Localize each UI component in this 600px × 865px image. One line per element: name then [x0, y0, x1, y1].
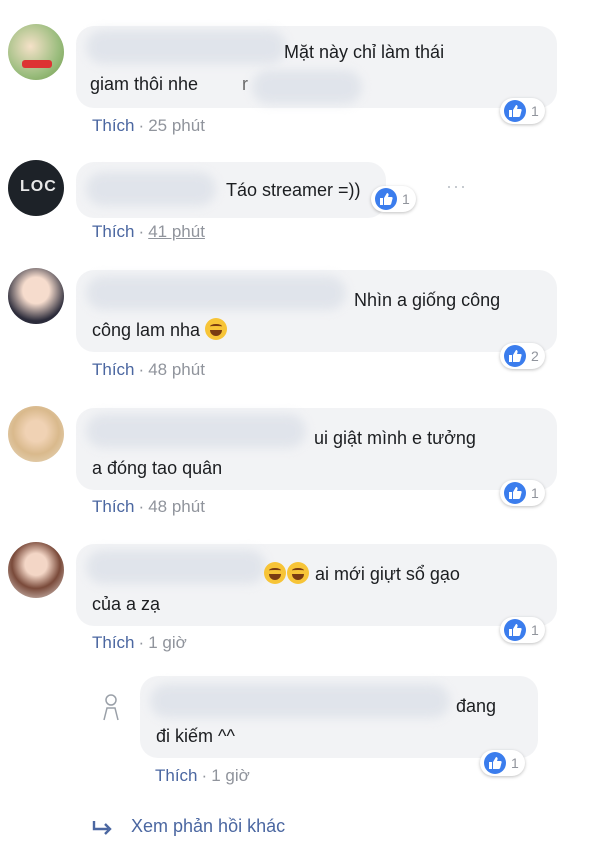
timestamp[interactable]: 1 giờ [211, 766, 250, 785]
comment-bubble: Mặt này chỉ làm thái giam thôi nhe r [76, 26, 557, 108]
comment-text: Mặt này chỉ làm thái [284, 42, 445, 62]
like-link[interactable]: Thích [92, 360, 135, 379]
blurred-name [86, 276, 346, 310]
timestamp[interactable]: 25 phút [148, 116, 205, 135]
comment-meta: Thích · 1 giờ [92, 633, 187, 652]
avatar[interactable]: LOC [8, 160, 64, 216]
comment-bubble: ui giật mình e tưởng a đóng tao quân [76, 408, 557, 490]
like-icon [375, 188, 397, 210]
grinning-emoji-icon [205, 318, 228, 340]
comment-text-line2: giam thôi nhe [90, 74, 199, 94]
reaction-number: 1 [402, 191, 410, 207]
reaction-count[interactable]: 1 [371, 186, 416, 212]
timestamp[interactable]: 1 giờ [148, 633, 187, 652]
reaction-count[interactable]: 1 [500, 480, 545, 506]
reaction-number: 2 [531, 348, 539, 364]
comment-meta: Thích · 25 phút [92, 116, 205, 135]
reaction-count[interactable]: 1 [500, 617, 545, 643]
comment-text-line2: a đóng tao quân [92, 458, 223, 478]
comment-meta: Thích · 48 phút [92, 360, 205, 379]
comment-text-body: công lam nha [92, 320, 201, 340]
like-icon [504, 619, 526, 641]
reaction-number: 1 [531, 485, 539, 501]
avatar[interactable] [8, 24, 64, 80]
reaction-number: 1 [531, 622, 539, 638]
more-options-icon[interactable]: ··· [446, 176, 467, 197]
like-link[interactable]: Thích [155, 766, 198, 785]
laughing-emoji-icon [264, 562, 286, 584]
like-link[interactable]: Thích [92, 222, 135, 241]
like-icon [504, 100, 526, 122]
comment-text: Táo streamer =)) [226, 180, 361, 200]
reaction-number: 1 [511, 755, 519, 771]
avatar[interactable] [8, 268, 64, 324]
avatar[interactable] [8, 406, 64, 462]
avatar[interactable] [8, 542, 64, 598]
comment-bubble: Táo streamer =)) [76, 162, 386, 218]
reply-avatar[interactable] [94, 690, 128, 724]
sketch-figure-icon [103, 694, 119, 721]
reply-meta: Thích · 1 giờ [155, 766, 250, 785]
comment-text-tail: r [242, 74, 248, 94]
comment-text: Nhìn a giống công [354, 290, 501, 310]
like-icon [484, 752, 506, 774]
laughing-emoji-icon [287, 562, 309, 584]
reaction-count[interactable]: 1 [500, 98, 545, 124]
reaction-number: 1 [531, 103, 539, 119]
blurred-name [86, 414, 306, 448]
comment-meta: Thích · 41 phút [92, 222, 205, 241]
reaction-count[interactable]: 1 [480, 750, 525, 776]
blurred-name [86, 550, 266, 584]
blurred-text [252, 70, 362, 104]
comment-bubble: ai mới giựt sổ gạo của a zạ [76, 544, 557, 626]
like-icon [504, 345, 526, 367]
reply-bubble: đang đi kiếm ^^ [140, 676, 538, 758]
avatar-logo-text: LOC [20, 178, 57, 195]
comment-text: ui giật mình e tưởng [314, 428, 476, 448]
comment-text-line1: ai mới giựt sổ gạo [264, 560, 460, 588]
blurred-name [86, 172, 216, 206]
reply-text-line2: đi kiếm ^^ [156, 726, 235, 746]
like-link[interactable]: Thích [92, 633, 135, 652]
like-link[interactable]: Thích [92, 116, 135, 135]
comment-text-line2: công lam nha [92, 316, 228, 344]
timestamp[interactable]: 48 phút [148, 497, 205, 516]
comment-text-line2: của a zạ [92, 594, 161, 614]
reply-text: đang [456, 696, 497, 716]
comment-bubble: Nhìn a giống công công lam nha [76, 270, 557, 352]
reply-arrow-icon [92, 821, 112, 835]
like-icon [504, 482, 526, 504]
more-replies-link[interactable]: Xem phản hồi khác [131, 816, 285, 837]
comment-text: ai mới giựt sổ gạo [315, 564, 460, 584]
reaction-count[interactable]: 2 [500, 343, 545, 369]
timestamp[interactable]: 48 phút [148, 360, 205, 379]
blurred-name [150, 684, 450, 718]
blurred-name [86, 30, 286, 64]
comment-meta: Thích · 48 phút [92, 497, 205, 516]
like-link[interactable]: Thích [92, 497, 135, 516]
timestamp[interactable]: 41 phút [148, 222, 205, 241]
